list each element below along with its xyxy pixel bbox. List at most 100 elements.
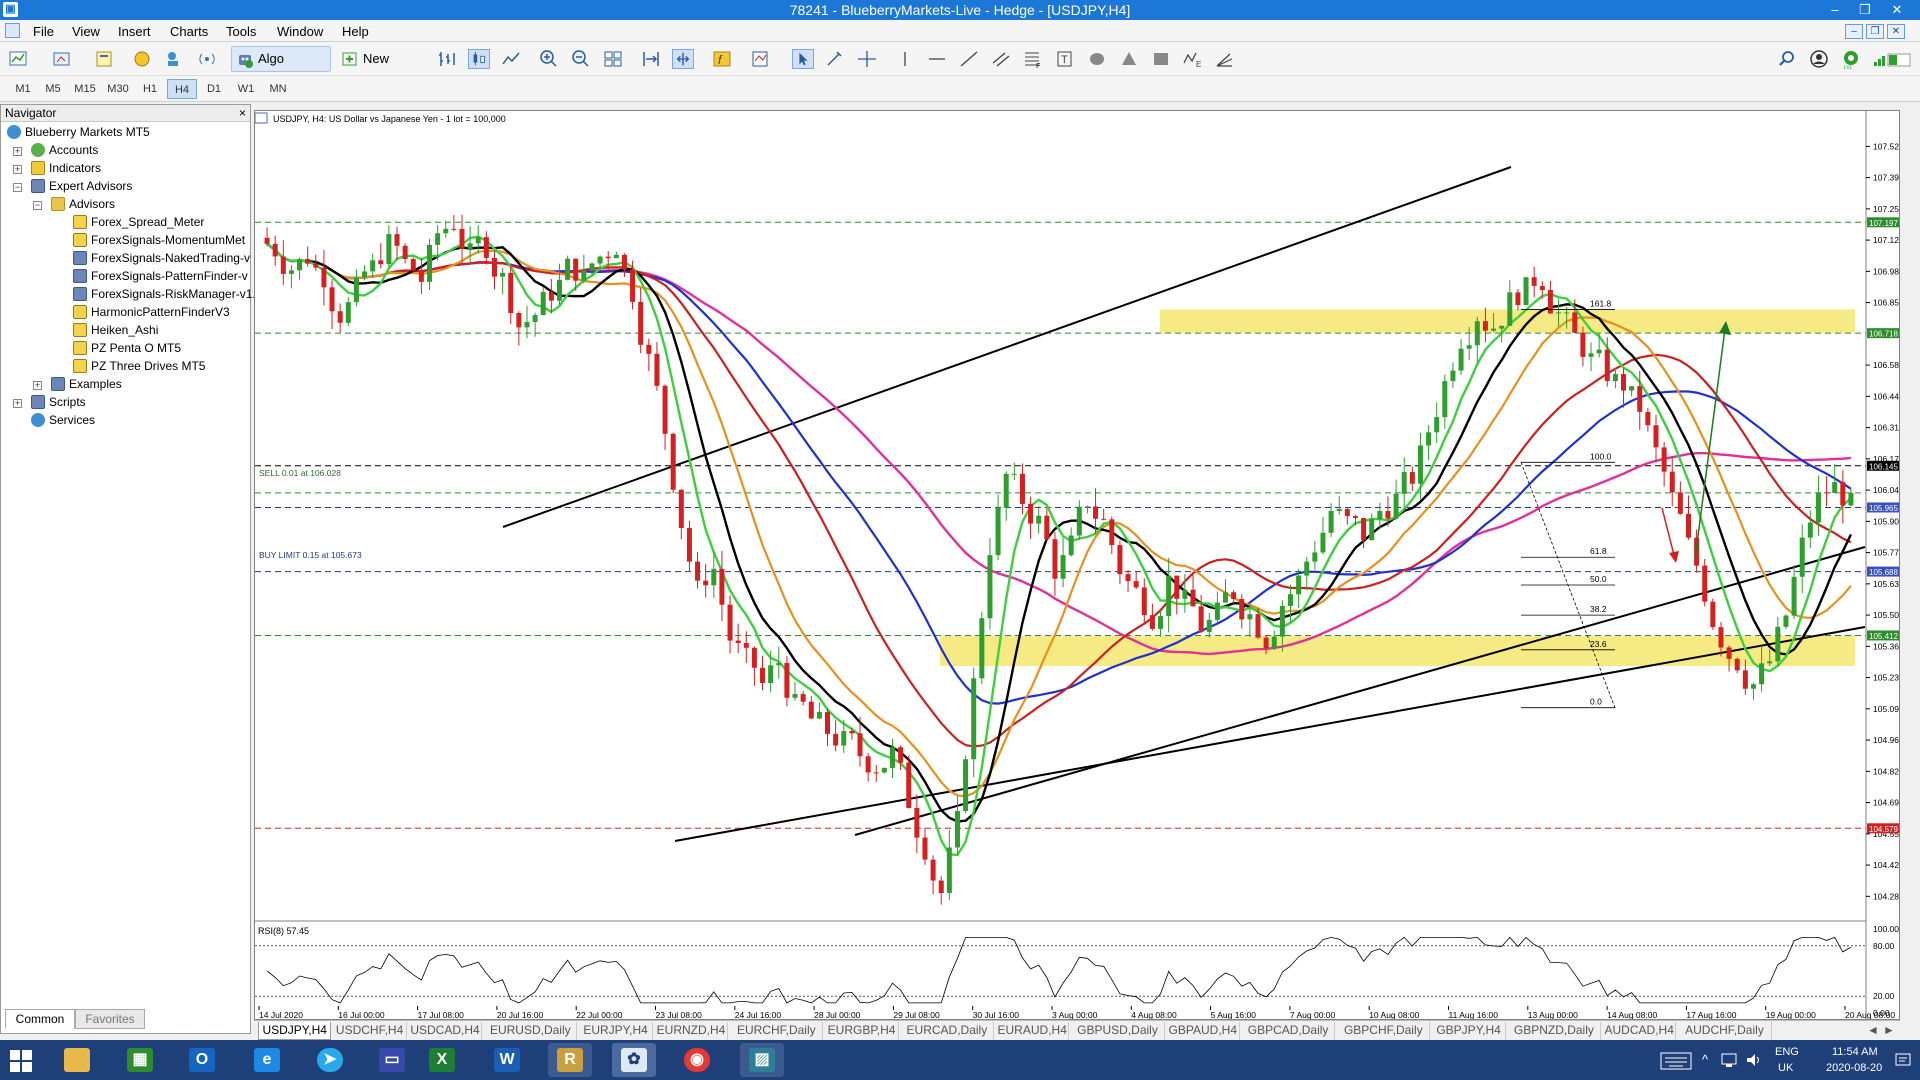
text-icon[interactable]: T [1054, 49, 1076, 69]
symbol-tab[interactable]: GBPAUD,H4 [1167, 1022, 1240, 1040]
chart-shift-icon[interactable] [672, 49, 694, 69]
rectangle-icon[interactable] [1150, 49, 1172, 69]
chrome-icon[interactable]: ◉ [675, 1043, 719, 1077]
tile-windows-icon[interactable] [602, 49, 624, 69]
symbol-tab[interactable]: EURCAD,Daily [901, 1022, 994, 1040]
keyboard-icon[interactable] [1660, 1052, 1692, 1070]
candlestick-icon[interactable] [468, 49, 490, 69]
tree-root[interactable]: Blueberry Markets MT5 [7, 123, 150, 141]
tree-expert-advisors[interactable]: Expert Advisors [31, 177, 132, 195]
symbol-tab[interactable]: GBPCAD,Daily [1242, 1022, 1336, 1040]
cursor-icon[interactable] [792, 49, 814, 69]
symbol-tab[interactable]: GBPJPY,H4 [1432, 1022, 1506, 1040]
new-order-button[interactable]: New Order [336, 46, 424, 90]
symbol-tab[interactable]: EURJPY,H4 [579, 1022, 653, 1040]
advisor-item[interactable]: PZ Three Drives MT5 [73, 357, 205, 375]
auto-scroll-icon[interactable] [640, 49, 662, 69]
symbol-tab[interactable]: USDCHF,H4 [333, 1022, 407, 1040]
tree-accounts[interactable]: Accounts [31, 141, 98, 159]
tree-scripts[interactable]: Scripts [31, 393, 86, 411]
tree-services[interactable]: Services [31, 411, 95, 429]
market-watch-icon[interactable] [94, 49, 116, 69]
collapse-expert-advisors-icon[interactable]: − [13, 183, 22, 192]
ellipse-icon[interactable] [1086, 49, 1108, 69]
app-window-icon[interactable]: ▭ [370, 1043, 414, 1077]
pen-icon[interactable] [824, 49, 846, 69]
document-icon[interactable] [5, 23, 20, 38]
symbol-tab[interactable]: USDJPY,H4 [258, 1022, 332, 1040]
zoom-in-icon[interactable] [538, 49, 560, 69]
telegram-icon[interactable]: ➤ [308, 1043, 352, 1077]
triangle-icon[interactable] [1118, 49, 1140, 69]
account-icon[interactable] [1808, 49, 1830, 69]
menu-charts[interactable]: Charts [170, 24, 208, 39]
restore-icon[interactable]: ❐ [1850, 0, 1880, 20]
expand-examples-icon[interactable]: + [33, 381, 42, 390]
scroll-right-icon[interactable]: ► [1882, 1022, 1896, 1040]
crosshair-icon[interactable] [856, 49, 878, 69]
mql5-community-icon[interactable]: LVL [1840, 49, 1862, 69]
profiles-icon[interactable] [52, 49, 74, 69]
symbol-tab[interactable]: GBPUSD,Daily [1071, 1022, 1165, 1040]
tab-common[interactable]: Common [5, 1009, 75, 1029]
network-app-icon[interactable]: ✿ [612, 1043, 656, 1077]
chart-minimize-icon[interactable]: – [1845, 24, 1863, 39]
photos-icon[interactable]: ▨ [740, 1043, 784, 1077]
gann-icon[interactable] [1214, 49, 1236, 69]
tree-examples[interactable]: Examples [51, 375, 122, 393]
scroll-left-icon[interactable]: ◄ [1866, 1022, 1880, 1040]
expand-indicators-icon[interactable]: + [13, 165, 22, 174]
symbol-tab[interactable]: EURNZD,H4 [655, 1022, 729, 1040]
calculator-icon[interactable]: ▦ [118, 1043, 162, 1077]
line-chart-icon[interactable] [500, 49, 522, 69]
advisor-item[interactable]: PZ Penta O MT5 [73, 339, 181, 357]
advisor-item[interactable]: ForexSignals-PatternFinder-v [73, 267, 248, 285]
timeframe-h4[interactable]: H4 [167, 79, 197, 99]
symbol-tab[interactable]: EURGBP,H4 [825, 1022, 899, 1040]
tab-favorites[interactable]: Favorites [75, 1009, 145, 1029]
timeframe-mn[interactable]: MN [263, 79, 293, 99]
advisor-item[interactable]: ForexSignals-RiskManager-v1. [73, 285, 256, 303]
trendline-icon[interactable] [958, 49, 980, 69]
symbol-tab[interactable]: GBPNZD,Daily [1508, 1022, 1601, 1040]
chart-restore-icon[interactable]: ❐ [1866, 24, 1884, 39]
new-chart-icon[interactable] [8, 49, 30, 69]
symbol-tab[interactable]: GBPCHF,Daily [1337, 1022, 1431, 1040]
navigator-icon[interactable] [164, 49, 186, 69]
chart-window[interactable]: 161.8 100.0 61.8 50.0 38.2 23.6 0.0 USDJPY, H4… [254, 110, 1904, 1020]
tray-expand-icon[interactable]: ^ [1702, 1052, 1708, 1067]
metatrader-icon[interactable]: R [548, 1043, 592, 1077]
minimize-icon[interactable]: – [1820, 0, 1850, 20]
input-language[interactable]: ENG [1775, 1046, 1799, 1058]
outlook-icon[interactable]: O [180, 1043, 224, 1077]
timeframe-h1[interactable]: H1 [135, 79, 165, 99]
advisor-item[interactable]: ForexSignals-MomentumMet [73, 231, 245, 249]
timeframe-d1[interactable]: D1 [199, 79, 229, 99]
menu-view[interactable]: View [72, 24, 100, 39]
clock-time[interactable]: 11:54 AM [1832, 1046, 1878, 1058]
notifications-icon[interactable] [1894, 1052, 1912, 1068]
file-explorer-icon[interactable] [55, 1043, 99, 1077]
price-chart[interactable]: 161.8 100.0 61.8 50.0 38.2 23.6 0.0 USDJPY, H4… [254, 111, 1904, 1020]
expand-scripts-icon[interactable]: + [13, 399, 22, 408]
clock-date[interactable]: 2020-08-20 [1826, 1062, 1882, 1074]
input-region[interactable]: UK [1778, 1062, 1793, 1074]
symbol-tab[interactable]: AUDCHF,Daily [1678, 1022, 1772, 1040]
tree-advisors[interactable]: Advisors [51, 195, 115, 213]
bar-chart-icon[interactable] [436, 49, 458, 69]
expand-accounts-icon[interactable]: + [13, 147, 22, 156]
horizontal-line-icon[interactable] [926, 49, 948, 69]
collapse-advisors-icon[interactable]: − [33, 201, 42, 210]
advisor-item[interactable]: Forex_Spread_Meter [73, 213, 204, 231]
network-icon[interactable] [1720, 1052, 1738, 1068]
signals-icon[interactable] [196, 49, 218, 69]
word-icon[interactable]: W [485, 1043, 529, 1077]
close-icon[interactable]: ✕ [1882, 0, 1912, 20]
search-icon[interactable] [1776, 49, 1798, 69]
vertical-line-icon[interactable] [894, 49, 916, 69]
advisor-item[interactable]: HarmonicPatternFinderV3 [73, 303, 230, 321]
chart-close-icon[interactable]: ✕ [1887, 24, 1905, 39]
timeframe-m5[interactable]: M5 [38, 79, 68, 99]
timeframe-m15[interactable]: M15 [70, 79, 100, 99]
elliott-wave-icon[interactable]: E [1182, 49, 1204, 69]
